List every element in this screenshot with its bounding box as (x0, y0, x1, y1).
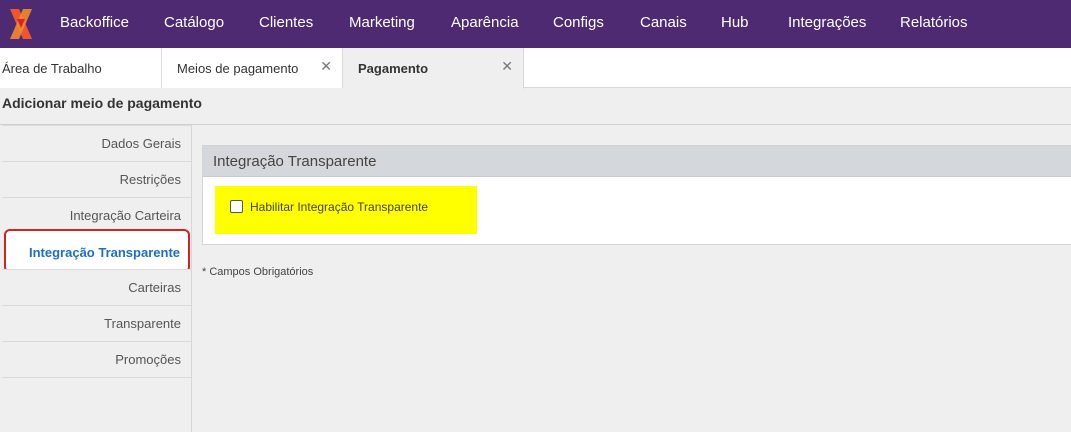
side-menu: Dados Gerais Restrições Integração Carte… (0, 125, 192, 432)
checkbox-label[interactable]: Habilitar Integração Transparente (250, 200, 428, 214)
required-fields-note: * Campos Obrigatórios (202, 266, 314, 278)
sidebar-item-carteiras[interactable]: Carteiras (2, 269, 191, 305)
top-navigation: Backoffice Catálogo Clientes Marketing A… (0, 0, 1071, 48)
sidebar-item-restricoes[interactable]: Restrições (2, 161, 191, 197)
tab-area-de-trabalho[interactable]: Área de Trabalho (0, 48, 162, 88)
nav-hub[interactable]: Hub (721, 14, 749, 31)
sidebar-item-transparente[interactable]: Transparente (2, 305, 191, 341)
tab-label: Pagamento (358, 60, 429, 76)
nav-aparencia[interactable]: Aparência (451, 14, 519, 31)
divider (2, 377, 191, 378)
nav-integracoes[interactable]: Integrações (788, 14, 866, 31)
tab-bar: Área de Trabalho Meios de pagamento ✕ Pa… (0, 48, 1071, 89)
nav-catalogo[interactable]: Catálogo (164, 14, 224, 31)
nav-relatorios[interactable]: Relatórios (900, 14, 968, 31)
sidebar-item-dados-gerais[interactable]: Dados Gerais (2, 125, 191, 161)
panel-title: Integração Transparente (203, 146, 1071, 177)
highlight-box: Habilitar Integração Transparente (215, 186, 477, 234)
close-icon[interactable]: ✕ (320, 58, 332, 75)
sidebar-item-integracao-carteira[interactable]: Integração Carteira (2, 197, 191, 233)
enable-integration-checkbox[interactable] (230, 200, 243, 213)
sidebar-item-promocoes[interactable]: Promoções (2, 341, 191, 377)
nav-configs[interactable]: Configs (553, 14, 604, 31)
page-title: Adicionar meio de pagamento (2, 95, 202, 111)
integration-panel: Integração Transparente Habilitar Integr… (202, 145, 1071, 245)
sidebar-item-integracao-transparente[interactable]: Integração Transparente (4, 229, 190, 273)
main-content: Integração Transparente Habilitar Integr… (192, 125, 1071, 432)
close-icon[interactable]: ✕ (501, 58, 513, 75)
nav-clientes[interactable]: Clientes (259, 14, 313, 31)
nav-canais[interactable]: Canais (640, 14, 687, 31)
nav-backoffice[interactable]: Backoffice (60, 14, 129, 31)
nav-marketing[interactable]: Marketing (349, 14, 415, 31)
tab-pagamento[interactable]: Pagamento ✕ (343, 48, 524, 89)
tab-label: Área de Trabalho (2, 60, 102, 76)
tab-label: Meios de pagamento (177, 60, 299, 76)
tab-meios-de-pagamento[interactable]: Meios de pagamento ✕ (162, 48, 343, 88)
brand-logo-icon[interactable] (0, 0, 42, 48)
